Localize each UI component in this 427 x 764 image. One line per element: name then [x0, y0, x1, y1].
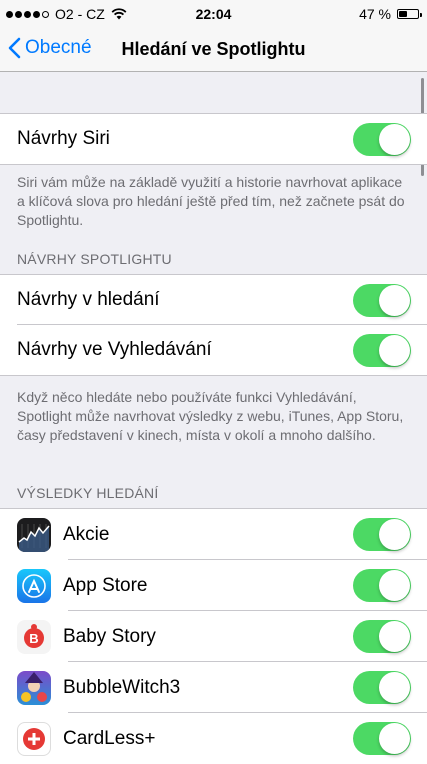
siri-suggestions-toggle[interactable]: [353, 123, 411, 156]
spotlight-header: NÁVRHY SPOTLIGHTU: [17, 251, 172, 267]
battery-area: 47 %: [359, 6, 422, 22]
app-label-app-store: App Store: [63, 574, 148, 596]
app-label-baby-story: Baby Story: [63, 625, 156, 647]
page-title: Hledání ve Spotlightu: [121, 39, 306, 59]
siri-suggestions-label: Návrhy Siri: [17, 128, 110, 149]
app-row-stocks: Akcie: [0, 509, 427, 560]
bubblewitch-toggle[interactable]: [353, 671, 411, 704]
baby-story-toggle[interactable]: [353, 620, 411, 653]
status-bar: O2 - CZ 22:04 47 %: [0, 0, 427, 28]
app-row-app-store: App Store: [0, 560, 427, 611]
app-row-bubblewitch: BubbleWitch3: [0, 662, 427, 713]
lookup-suggestions-row: Návrhy ve Vyhledávání: [0, 325, 427, 375]
search-suggestions-row: Návrhy v hledání: [0, 275, 427, 325]
settings-list: Návrhy Siri Siri vám může na základě vyu…: [0, 72, 427, 764]
results-header: VÝSLEDKY HLEDÁNÍ: [17, 485, 159, 501]
baby-story-icon: B: [17, 619, 51, 654]
lookup-suggestions-toggle[interactable]: [353, 334, 411, 367]
navigation-bar: Obecné Hledání ve Spotlightu: [0, 28, 427, 72]
svg-text:B: B: [29, 631, 38, 646]
stocks-toggle[interactable]: [353, 518, 411, 551]
spotlight-footer: Když něco hledáte nebo používáte funkci …: [17, 389, 404, 443]
siri-group: Návrhy Siri: [0, 113, 427, 165]
search-suggestions-label: Návrhy v hledání: [17, 289, 160, 310]
search-suggestions-toggle[interactable]: [353, 284, 411, 317]
app-label-bubblewitch: BubbleWitch3: [63, 676, 181, 698]
lookup-suggestions-label: Návrhy ve Vyhledávání: [17, 339, 212, 360]
stocks-icon: [17, 517, 51, 552]
cardless-toggle[interactable]: [353, 722, 411, 755]
cardless-icon: [17, 721, 51, 756]
battery-icon: [397, 9, 422, 19]
spotlight-group: Návrhy v hledání Návrhy ve Vyhledávání: [0, 274, 427, 376]
results-group: Akcie App Store B Baby Story BubbleWitch…: [0, 508, 427, 764]
bubble-witch-icon: [17, 670, 51, 705]
app-store-icon: [17, 568, 51, 603]
app-row-baby-story: B Baby Story: [0, 611, 427, 662]
battery-percentage: 47 %: [359, 6, 391, 22]
app-row-cardless: CardLess+: [0, 713, 427, 764]
siri-footer: Siri vám může na základě využití a histo…: [17, 174, 405, 228]
app-label-stocks: Akcie: [63, 523, 110, 545]
app-store-toggle[interactable]: [353, 569, 411, 602]
siri-suggestions-row: Návrhy Siri: [0, 114, 427, 164]
app-label-cardless: CardLess+: [63, 727, 156, 749]
